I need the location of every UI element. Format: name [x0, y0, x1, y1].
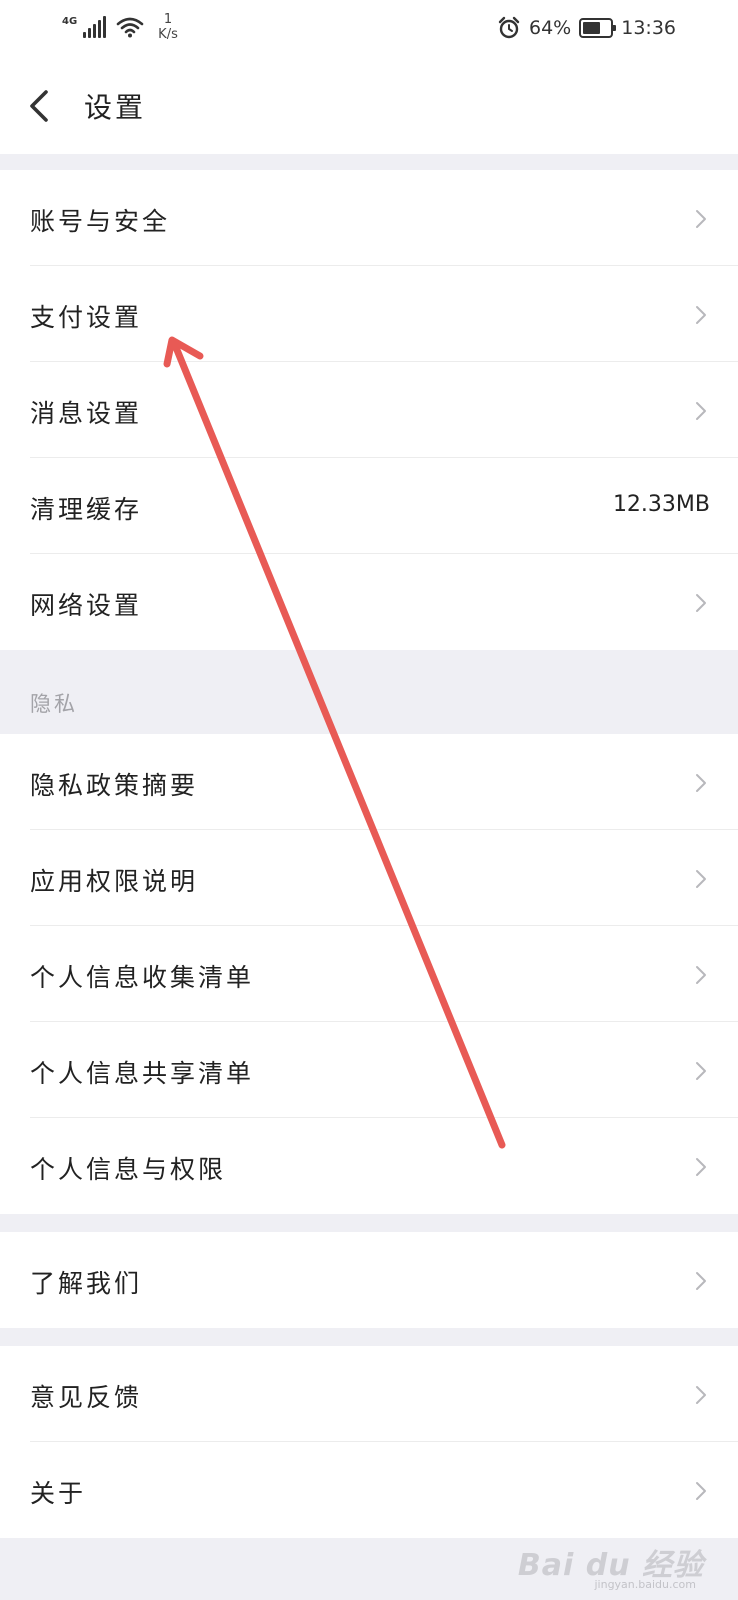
- network-speed-value: 1: [163, 12, 173, 27]
- chevron-right-icon: [696, 1158, 706, 1176]
- nav-header: 设置: [0, 58, 738, 154]
- settings-item-label: 个人信息共享清单: [30, 1059, 255, 1088]
- chevron-right-icon: [696, 594, 706, 612]
- network-speed: 1 K/s: [158, 12, 178, 42]
- network-type: 4G: [62, 16, 78, 27]
- battery-percent: 64%: [529, 17, 572, 39]
- chevron-right-icon: [696, 1062, 706, 1080]
- wifi-icon: [116, 17, 144, 38]
- back-arrow-icon[interactable]: [22, 84, 58, 128]
- signal-icon: [83, 16, 107, 38]
- section-gap: [0, 1328, 738, 1346]
- settings-item-privacy-policy-summary[interactable]: 隐私政策摘要: [0, 734, 738, 830]
- settings-item-messages[interactable]: 消息设置: [0, 362, 738, 458]
- settings-item-label: 支付设置: [30, 303, 143, 332]
- settings-item-network[interactable]: 网络设置: [0, 554, 738, 650]
- chevron-right-icon: [696, 966, 706, 984]
- settings-item-label: 意见反馈: [30, 1383, 143, 1412]
- settings-item-label: 个人信息与权限: [30, 1155, 227, 1184]
- chevron-right-icon: [696, 1272, 706, 1290]
- settings-item-app-permissions[interactable]: 应用权限说明: [0, 830, 738, 926]
- settings-item-info-collection-list[interactable]: 个人信息收集清单: [0, 926, 738, 1022]
- settings-item-about[interactable]: 关于: [0, 1442, 738, 1538]
- status-bar-left: 4G 1 K/s: [62, 12, 178, 42]
- settings-item-about-us[interactable]: 了解我们: [0, 1232, 738, 1328]
- section-title: 隐私: [30, 692, 78, 716]
- status-bar: 4G 1 K/s 64% 13:36: [0, 0, 738, 58]
- chevron-right-icon: [696, 774, 706, 792]
- settings-item-label: 账号与安全: [30, 207, 171, 236]
- clock-time: 13:36: [621, 17, 676, 39]
- battery-icon: [579, 18, 617, 38]
- settings-item-payment[interactable]: 支付设置: [0, 266, 738, 362]
- settings-item-clear-cache[interactable]: 清理缓存 12.33MB: [0, 458, 738, 554]
- chevron-right-icon: [696, 1482, 706, 1500]
- battery-fill: [583, 22, 600, 34]
- status-bar-right: 64% 13:36: [497, 16, 676, 40]
- settings-item-label: 个人信息收集清单: [30, 963, 255, 992]
- battery-nub: [613, 25, 617, 31]
- settings-item-label: 消息设置: [30, 399, 143, 428]
- chevron-right-icon: [696, 870, 706, 888]
- chevron-right-icon: [696, 306, 706, 324]
- settings-item-label: 清理缓存: [30, 495, 143, 524]
- chevron-right-icon: [696, 210, 706, 228]
- network-speed-unit: K/s: [158, 27, 178, 42]
- settings-item-label: 网络设置: [30, 591, 143, 620]
- settings-item-info-sharing-list[interactable]: 个人信息共享清单: [0, 1022, 738, 1118]
- chevron-right-icon: [696, 1386, 706, 1404]
- settings-item-label: 关于: [30, 1479, 87, 1508]
- section-header-privacy: 隐私: [0, 650, 738, 734]
- settings-item-account-security[interactable]: 账号与安全: [0, 170, 738, 266]
- section-gap: [0, 154, 738, 170]
- settings-item-label: 了解我们: [30, 1269, 143, 1298]
- settings-item-label: 隐私政策摘要: [30, 771, 199, 800]
- watermark-url: jingyan.baidu.com: [594, 1578, 696, 1591]
- settings-item-label: 应用权限说明: [30, 867, 199, 896]
- settings-item-info-and-permissions[interactable]: 个人信息与权限: [0, 1118, 738, 1214]
- alarm-clock-icon: [498, 16, 520, 39]
- page-title: 设置: [84, 91, 147, 124]
- settings-item-feedback[interactable]: 意见反馈: [0, 1346, 738, 1442]
- chevron-right-icon: [696, 402, 706, 420]
- cache-size-value: 12.33MB: [612, 492, 710, 517]
- section-gap: [0, 1214, 738, 1232]
